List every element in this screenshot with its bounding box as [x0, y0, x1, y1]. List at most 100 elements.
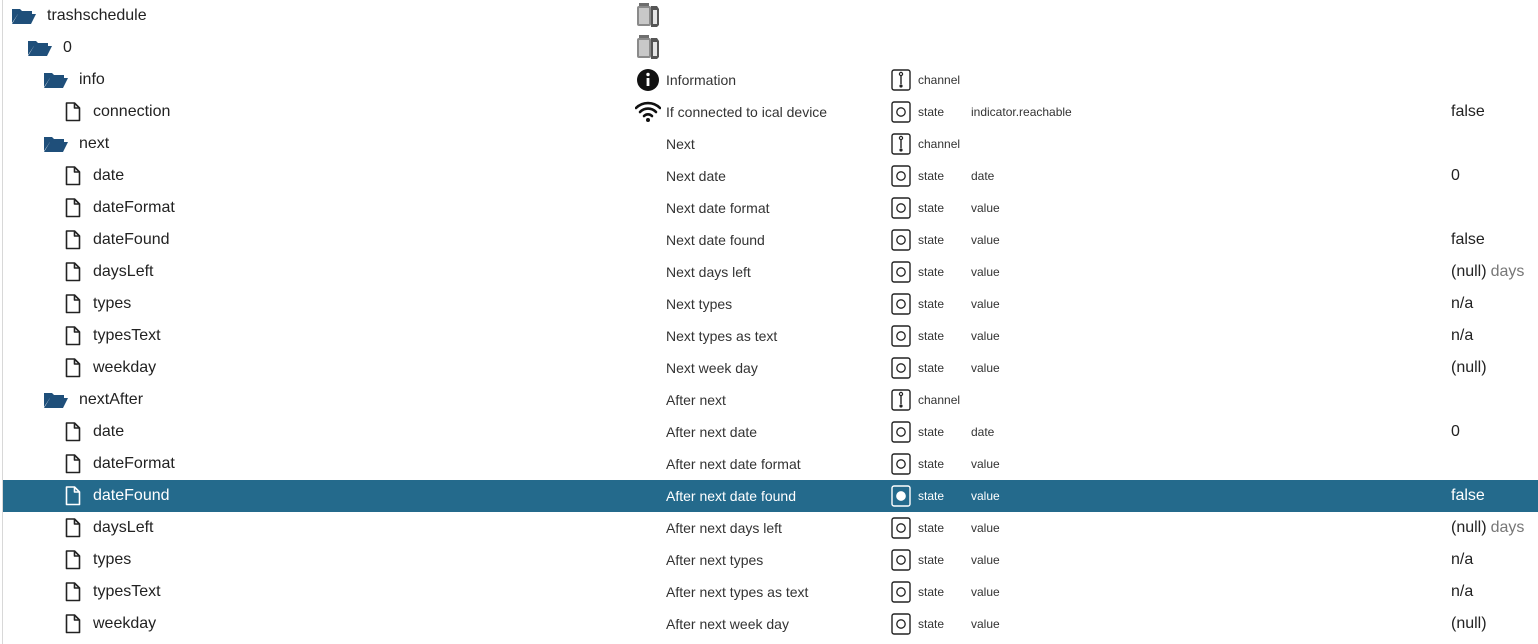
object-name: Next days left [666, 264, 751, 280]
tree-row-weekday[interactable]: weekday After next week day state value (nul… [3, 608, 1538, 640]
tree-row-typesText[interactable]: typesText After next types as text state va… [3, 576, 1538, 608]
object-type: state [918, 169, 945, 183]
object-name: Next types [666, 296, 733, 312]
adapter-icon [633, 34, 663, 62]
value-text: false [1451, 103, 1485, 120]
object-value[interactable]: (null) days [1451, 256, 1524, 288]
tree-row-types[interactable]: types After next types state value n/a [3, 544, 1538, 576]
value-text: (null) [1451, 263, 1487, 280]
tree-row-nextAfter[interactable]: nextAfter After next channel [3, 384, 1538, 416]
file-icon [65, 512, 81, 544]
channel-icon [891, 133, 911, 155]
object-type: state [918, 489, 945, 503]
file-icon [65, 416, 81, 448]
object-id: daysLeft [93, 519, 154, 536]
tree-row-dateFound[interactable]: dateFound After next date found state value… [3, 480, 1538, 512]
state-icon [891, 325, 911, 347]
tree-row-dateFormat[interactable]: dateFormat After next date format state val… [3, 448, 1538, 480]
state-icon [891, 229, 911, 251]
object-type: state [918, 617, 945, 631]
object-role: value [971, 233, 1000, 247]
value-text: false [1451, 231, 1485, 248]
state-icon [891, 453, 911, 475]
tree-row-date[interactable]: date Next date state date 0 [3, 160, 1538, 192]
state-icon [891, 197, 911, 219]
object-name: Next date found [666, 232, 765, 248]
object-id: types [93, 295, 132, 312]
object-type: channel [918, 137, 961, 151]
folder-open-icon[interactable] [27, 32, 53, 64]
object-id: dateFormat [93, 199, 175, 216]
value-text: (null) [1451, 615, 1487, 632]
tree-row-daysLeft[interactable]: daysLeft Next days left state value (null) da… [3, 256, 1538, 288]
file-icon [65, 480, 81, 512]
folder-open-icon[interactable] [43, 64, 69, 96]
object-value[interactable]: n/a [1451, 288, 1473, 320]
object-type: state [918, 521, 945, 535]
object-name: After next types [666, 552, 764, 568]
value-text: n/a [1451, 327, 1474, 344]
tree-row-next[interactable]: next Next channel [3, 128, 1538, 160]
object-name: Next [666, 136, 695, 152]
object-type: state [918, 233, 945, 247]
tree-row-trashschedule[interactable]: trashschedule [3, 0, 1538, 32]
object-value[interactable]: n/a [1451, 576, 1473, 608]
channel-icon [891, 389, 911, 411]
file-icon [65, 224, 81, 256]
object-value[interactable]: false [1451, 96, 1485, 128]
object-id: connection [93, 103, 171, 120]
object-id: date [93, 167, 125, 184]
object-value[interactable]: 0 [1451, 160, 1460, 192]
object-role: value [971, 201, 1000, 215]
tree-row-dateFormat[interactable]: dateFormat Next date format state value [3, 192, 1538, 224]
object-id: 0 [63, 39, 72, 56]
state-icon [891, 581, 911, 603]
file-icon [65, 608, 81, 640]
object-value[interactable]: (null) days [1451, 512, 1524, 544]
state-icon [891, 293, 911, 315]
object-role: value [971, 329, 1000, 343]
value-text: false [1451, 487, 1485, 504]
object-value[interactable]: (null) [1451, 352, 1487, 384]
object-value[interactable]: (null) [1451, 608, 1487, 640]
state-icon [891, 165, 911, 187]
object-role: value [971, 521, 1000, 535]
state-icon [891, 421, 911, 443]
tree-row-weekday[interactable]: weekday Next week day state value (null) [3, 352, 1538, 384]
tree-row-connection[interactable]: connection If connected to ical device sta… [3, 96, 1538, 128]
object-type: state [918, 329, 945, 343]
tree-row-0[interactable]: 0 [3, 32, 1538, 64]
tree-row-dateFound[interactable]: dateFound Next date found state value false [3, 224, 1538, 256]
object-name: Next date format [666, 200, 770, 216]
folder-open-icon[interactable] [11, 0, 37, 32]
object-name: After next week day [666, 616, 789, 632]
object-id: nextAfter [79, 391, 144, 408]
object-value[interactable]: 0 [1451, 416, 1460, 448]
object-type: state [918, 297, 945, 311]
object-type: state [918, 457, 945, 471]
tree-row-types[interactable]: types Next types state value n/a [3, 288, 1538, 320]
tree-row-info[interactable]: info Information channel [3, 64, 1538, 96]
folder-open-icon[interactable] [43, 128, 69, 160]
object-value[interactable]: n/a [1451, 320, 1473, 352]
object-type: channel [918, 393, 961, 407]
object-value[interactable]: false [1451, 480, 1485, 512]
object-name: After next [666, 392, 726, 408]
object-id: info [79, 71, 105, 88]
object-role: value [971, 617, 1000, 631]
value-text: 0 [1451, 167, 1460, 184]
tree-row-date[interactable]: date After next date state date 0 [3, 416, 1538, 448]
object-value[interactable]: false [1451, 224, 1485, 256]
folder-open-icon[interactable] [43, 384, 69, 416]
object-id: dateFound [93, 231, 170, 248]
object-name: After next date found [666, 488, 796, 504]
file-icon [65, 352, 81, 384]
value-text: n/a [1451, 551, 1474, 568]
value-unit: days [1490, 263, 1525, 280]
state-icon [891, 549, 911, 571]
object-id: types [93, 551, 132, 568]
tree-row-typesText[interactable]: typesText Next types as text state value n/a [3, 320, 1538, 352]
tree-row-daysLeft[interactable]: daysLeft After next days left state value (n… [3, 512, 1538, 544]
adapter-icon [633, 2, 663, 30]
object-value[interactable]: n/a [1451, 544, 1473, 576]
